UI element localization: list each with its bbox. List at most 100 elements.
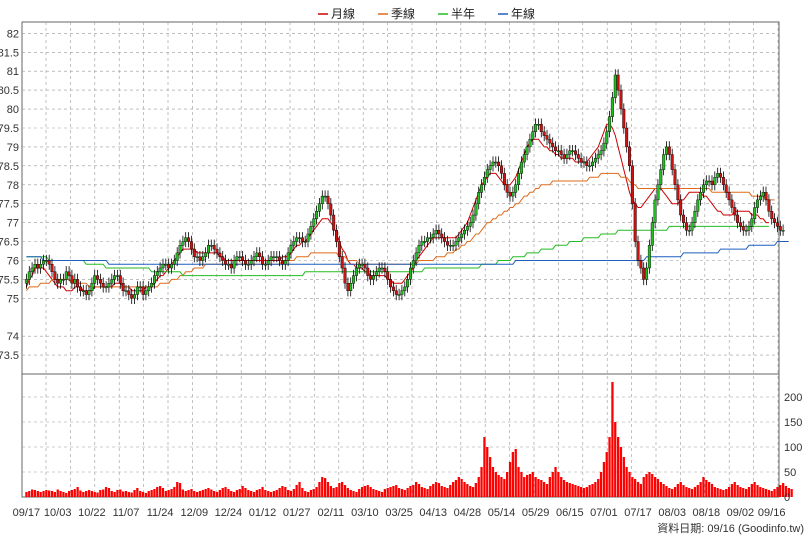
- candle-body: [758, 195, 762, 201]
- candle-body: [696, 199, 700, 212]
- candle-body: [488, 165, 492, 170]
- date-tick-label: 12/24: [215, 507, 243, 519]
- candle-body: [667, 146, 671, 155]
- date-tick-label: 08/18: [693, 507, 721, 519]
- candle-body: [275, 256, 279, 258]
- volume-bar: [491, 467, 495, 497]
- candle-body: [537, 123, 540, 126]
- volume-bar: [178, 483, 182, 497]
- volume-bar: [380, 492, 384, 497]
- volume-bar: [213, 491, 216, 497]
- volume-bar: [139, 491, 142, 497]
- volume-bar: [585, 487, 588, 497]
- volume-bar: [389, 487, 392, 497]
- candle-body: [679, 199, 683, 216]
- candle-body: [90, 283, 94, 292]
- date-tick-label: 01/12: [249, 507, 277, 519]
- candle-body: [272, 256, 276, 258]
- volume-bar: [355, 492, 358, 497]
- volume-bar: [557, 472, 560, 497]
- candle-body: [33, 264, 37, 269]
- volume-bar: [739, 487, 742, 497]
- candle-body: [24, 279, 28, 284]
- volume-tick-label: 50: [784, 467, 796, 479]
- candle-body: [127, 290, 131, 295]
- volume-bar: [244, 488, 247, 497]
- volume-bar: [329, 486, 332, 497]
- candle-body: [491, 161, 495, 166]
- volume-bar: [779, 485, 782, 497]
- volume-bar: [497, 475, 500, 497]
- volume-bar: [776, 487, 779, 497]
- volume-bar: [543, 482, 546, 497]
- candle-body: [204, 252, 208, 257]
- volume-bar: [645, 474, 648, 497]
- volume-bar: [315, 487, 318, 497]
- candle-body: [369, 275, 373, 280]
- candle-body: [42, 260, 45, 265]
- volume-bar: [469, 486, 472, 497]
- candle-body: [596, 154, 600, 159]
- candle-body: [599, 150, 603, 155]
- candle-body: [556, 150, 560, 152]
- candle-body: [167, 264, 171, 269]
- legend-label: 年線: [511, 6, 535, 21]
- volume-bar: [247, 490, 250, 497]
- candle-body: [534, 123, 538, 132]
- candle-body: [195, 256, 199, 258]
- candle-body: [147, 286, 151, 291]
- candle-body: [184, 237, 188, 242]
- volume-bar: [324, 478, 327, 497]
- candle-body: [608, 116, 612, 132]
- volume-bar: [301, 488, 304, 497]
- volume-bar: [406, 488, 409, 497]
- candle-body: [27, 271, 31, 280]
- candle-body: [662, 154, 666, 170]
- candle-body: [642, 267, 646, 280]
- candle-body: [295, 237, 299, 242]
- volume-bar: [767, 490, 771, 497]
- volume-bar: [631, 477, 634, 497]
- volume-bar: [190, 489, 193, 497]
- volume-bar: [272, 491, 276, 497]
- volume-bar: [304, 491, 307, 497]
- volume-bar: [654, 477, 657, 497]
- candle-body: [622, 108, 626, 129]
- volume-bar: [622, 457, 625, 497]
- volume-bar: [366, 485, 369, 497]
- date-tick-label: 04/13: [419, 507, 447, 519]
- volume-bar: [571, 484, 574, 497]
- candle-body: [548, 139, 552, 144]
- candle-body: [451, 245, 455, 247]
- volume-bar: [517, 467, 520, 497]
- volume-bar: [486, 447, 489, 497]
- volume-bar: [159, 486, 162, 497]
- candle-body: [354, 267, 358, 276]
- candle-body: [391, 286, 395, 291]
- data-date-note: 資料日期: 09/16 (Goodinfo.tw): [657, 521, 804, 535]
- volume-bar: [181, 489, 184, 497]
- volume-bar: [96, 492, 99, 497]
- volume-bar: [582, 488, 586, 497]
- volume-bar: [289, 491, 293, 497]
- candle-body: [574, 150, 577, 155]
- price-tick-label: 75.5: [0, 274, 19, 286]
- candle-body: [542, 131, 546, 136]
- candle-body: [198, 256, 202, 261]
- candle-body: [326, 195, 330, 204]
- candle-body: [73, 279, 77, 284]
- candle-body: [500, 165, 503, 174]
- price-tick-label: 76: [7, 256, 19, 268]
- candle-body: [571, 150, 575, 152]
- volume-bar: [725, 489, 728, 497]
- candle-body: [670, 154, 674, 170]
- price-tick-label: 76.5: [0, 237, 19, 249]
- volume-bar: [483, 437, 486, 497]
- candle-body: [702, 184, 705, 193]
- volume-bar: [699, 482, 702, 497]
- volume-bar: [62, 492, 65, 497]
- candle-body: [465, 226, 469, 231]
- candle-body: [582, 161, 586, 164]
- candle-body: [187, 237, 191, 242]
- volume-tick-label: 150: [784, 417, 802, 429]
